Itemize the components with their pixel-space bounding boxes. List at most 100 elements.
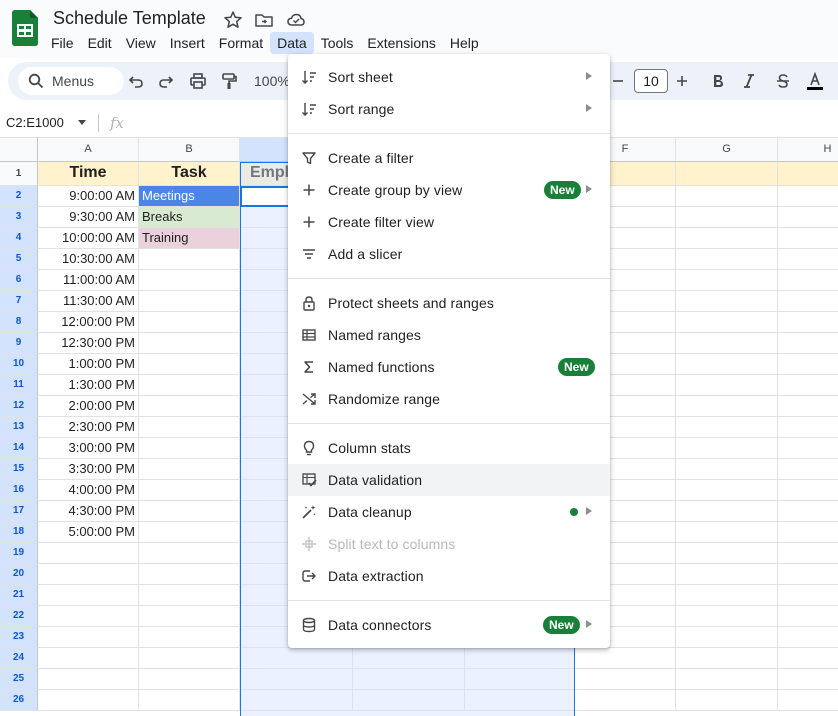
name-box[interactable]: C2:E1000 <box>6 115 64 130</box>
task-cell[interactable] <box>139 543 240 564</box>
empty-cell[interactable] <box>778 459 838 480</box>
menu-tools[interactable]: Tools <box>314 32 361 54</box>
empty-cell[interactable] <box>676 459 778 480</box>
empty-cell[interactable] <box>676 501 778 522</box>
row-header-13[interactable]: 13 <box>0 417 38 438</box>
empty-cell[interactable] <box>778 270 838 291</box>
empty-cell[interactable] <box>778 312 838 333</box>
task-cell[interactable] <box>139 438 240 459</box>
undo-icon[interactable] <box>126 71 146 91</box>
empty-cell[interactable] <box>676 396 778 417</box>
row-header-15[interactable]: 15 <box>0 459 38 480</box>
task-cell[interactable] <box>139 669 240 690</box>
task-cell[interactable]: Training <box>139 228 240 249</box>
empty-cell[interactable] <box>676 543 778 564</box>
empty-cell[interactable] <box>778 375 838 396</box>
empty-cell[interactable] <box>676 375 778 396</box>
document-title[interactable]: Schedule Template <box>53 8 206 29</box>
time-cell[interactable]: 10:00:00 AM <box>38 228 139 249</box>
empty-cell[interactable] <box>778 354 838 375</box>
empty-cell[interactable] <box>778 480 838 501</box>
move-folder-icon[interactable] <box>254 10 274 30</box>
row-header-2[interactable]: 2 <box>0 186 38 207</box>
time-cell[interactable] <box>38 690 139 711</box>
time-cell[interactable]: 5:00:00 PM <box>38 522 139 543</box>
empty-cell[interactable] <box>676 312 778 333</box>
empty-cell[interactable] <box>778 438 838 459</box>
empty-cell[interactable] <box>676 606 778 627</box>
empty-cell[interactable] <box>676 270 778 291</box>
time-cell[interactable]: 4:30:00 PM <box>38 501 139 522</box>
row-header-7[interactable]: 7 <box>0 291 38 312</box>
task-cell[interactable] <box>139 564 240 585</box>
empty-cell[interactable] <box>778 543 838 564</box>
empty-cell[interactable] <box>778 333 838 354</box>
empty-cell[interactable] <box>778 585 838 606</box>
cloud-saved-icon[interactable] <box>286 10 306 30</box>
menu-item-protect-sheets-and-ranges[interactable]: Protect sheets and ranges <box>288 287 610 319</box>
empty-cell[interactable] <box>465 648 575 669</box>
row-header-4[interactable]: 4 <box>0 228 38 249</box>
menu-item-data-validation[interactable]: Data validation <box>288 464 610 496</box>
time-cell[interactable] <box>38 564 139 585</box>
menu-item-named-functions[interactable]: Named functions New <box>288 351 610 383</box>
menu-help[interactable]: Help <box>443 32 486 54</box>
empty-cell[interactable] <box>676 669 778 690</box>
task-cell[interactable] <box>139 417 240 438</box>
empty-cell[interactable] <box>353 690 465 711</box>
empty-cell[interactable] <box>676 228 778 249</box>
menu-extensions[interactable]: Extensions <box>360 32 442 54</box>
empty-cell[interactable] <box>353 669 465 690</box>
menu-item-sort-sheet[interactable]: Sort sheet <box>288 61 610 93</box>
italic-icon[interactable] <box>739 71 759 91</box>
menu-file[interactable]: File <box>44 32 81 54</box>
empty-cell[interactable] <box>240 669 353 690</box>
column-header-a[interactable]: A <box>38 138 139 162</box>
task-cell[interactable] <box>139 627 240 648</box>
time-cell[interactable]: 9:30:00 AM <box>38 207 139 228</box>
row-header-5[interactable]: 5 <box>0 249 38 270</box>
strikethrough-icon[interactable] <box>773 71 793 91</box>
row-header-16[interactable]: 16 <box>0 480 38 501</box>
task-cell[interactable] <box>139 270 240 291</box>
time-cell[interactable] <box>38 648 139 669</box>
empty-cell[interactable] <box>676 417 778 438</box>
empty-cell[interactable] <box>778 291 838 312</box>
menu-item-sort-range[interactable]: Sort range <box>288 93 610 125</box>
menu-item-data-connectors[interactable]: Data connectors New <box>288 609 610 641</box>
task-cell[interactable]: Meetings <box>139 186 240 207</box>
row-header-20[interactable]: 20 <box>0 564 38 585</box>
empty-cell[interactable] <box>676 438 778 459</box>
time-cell[interactable] <box>38 606 139 627</box>
task-cell[interactable] <box>139 522 240 543</box>
task-cell[interactable] <box>139 354 240 375</box>
row-header-11[interactable]: 11 <box>0 375 38 396</box>
empty-cell[interactable] <box>778 207 838 228</box>
sheets-logo-icon[interactable] <box>12 10 38 46</box>
empty-cell[interactable] <box>778 186 838 207</box>
time-cell[interactable]: 12:00:00 PM <box>38 312 139 333</box>
decrease-font-size-icon[interactable] <box>608 71 628 91</box>
menu-item-create-group-by-view[interactable]: Create group by view New <box>288 174 610 206</box>
empty-cell[interactable] <box>778 648 838 669</box>
empty-cell[interactable] <box>778 417 838 438</box>
empty-cell[interactable] <box>676 564 778 585</box>
empty-cell[interactable] <box>465 690 575 711</box>
menu-item-randomize-range[interactable]: Randomize range <box>288 383 610 415</box>
empty-cell[interactable] <box>676 690 778 711</box>
menu-item-data-extraction[interactable]: Data extraction <box>288 560 610 592</box>
empty-cell[interactable] <box>676 627 778 648</box>
time-cell[interactable] <box>38 585 139 606</box>
empty-cell[interactable] <box>778 564 838 585</box>
task-cell[interactable] <box>139 606 240 627</box>
empty-cell[interactable] <box>676 207 778 228</box>
row-header-21[interactable]: 21 <box>0 585 38 606</box>
task-cell[interactable] <box>139 291 240 312</box>
empty-cell[interactable] <box>778 522 838 543</box>
empty-cell[interactable] <box>778 228 838 249</box>
empty-cell[interactable] <box>778 249 838 270</box>
empty-cell[interactable] <box>676 522 778 543</box>
empty-cell[interactable] <box>575 690 676 711</box>
time-cell[interactable]: 1:00:00 PM <box>38 354 139 375</box>
empty-cell[interactable] <box>575 669 676 690</box>
